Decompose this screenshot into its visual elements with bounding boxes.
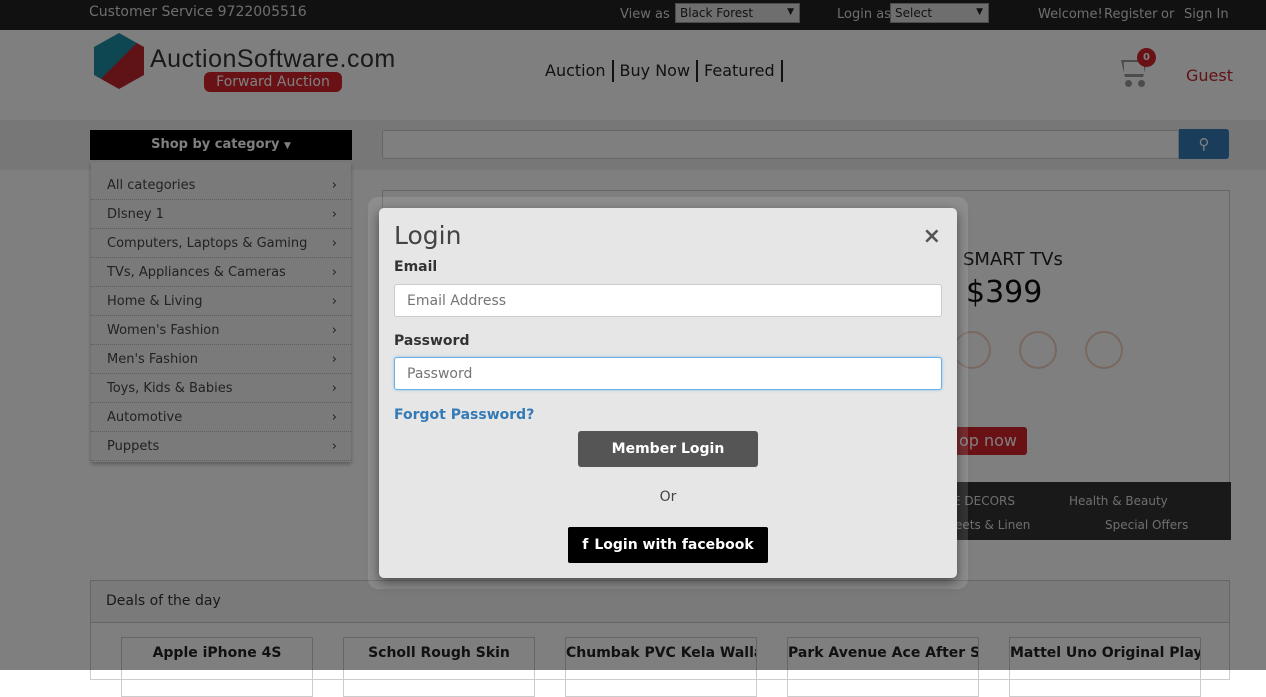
facebook-icon: f [582, 537, 589, 553]
or-divider: Or [659, 489, 677, 505]
email-field[interactable] [394, 284, 942, 317]
email-label: Email [394, 259, 438, 275]
password-label: Password [394, 333, 470, 349]
member-login-button[interactable]: Member Login [578, 431, 758, 467]
login-modal: Login × Email Password Forgot Password? … [379, 208, 957, 578]
facebook-login-label: Login with facebook [594, 537, 754, 553]
forgot-password-link[interactable]: Forgot Password? [394, 407, 534, 423]
modal-title: Login [394, 221, 462, 250]
facebook-login-button[interactable]: f Login with facebook [568, 527, 768, 563]
password-field[interactable] [394, 357, 942, 390]
close-icon[interactable]: × [923, 224, 941, 249]
